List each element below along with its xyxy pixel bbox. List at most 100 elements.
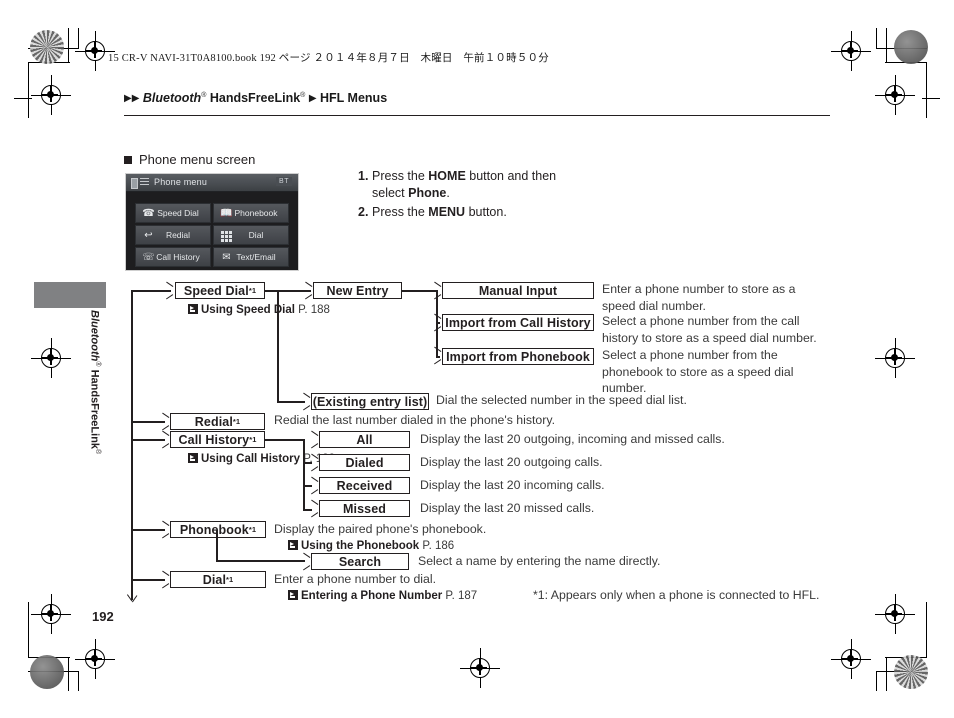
desc-manual-input: Enter a phone number to store as a speed… [602, 282, 796, 313]
bluetooth-signal-icon: BT [276, 177, 292, 186]
flow-arrow-icon [433, 351, 440, 360]
registration-mark [31, 594, 71, 634]
device-button-dial[interactable]: Dial [213, 225, 289, 245]
page-title: Phone menu screen [124, 152, 255, 167]
flow-spine-arrow-icon [128, 597, 137, 604]
node-import-from-call-history[interactable]: Import from Call History [442, 314, 594, 331]
page-title-text: Phone menu screen [139, 152, 256, 167]
device-button-redial[interactable]: ↩ Redial [135, 225, 211, 245]
node-label: Received [336, 478, 393, 493]
flow-arrow-icon [433, 318, 440, 327]
chapter-label-handsfreelink: HandsFreeLink [88, 369, 101, 450]
ref-label: Using the Phonebook [301, 540, 420, 552]
ref-page: P. 186 [422, 540, 455, 552]
flow-arrow-icon [161, 435, 168, 444]
crop-line [78, 671, 79, 691]
node-search[interactable]: Search [311, 553, 409, 570]
breadcrumb-arrow-icon: ▶ [308, 93, 317, 104]
node-call-history[interactable]: Call History *1 [170, 431, 265, 448]
desc-dial: Enter a phone number to dial. [274, 572, 437, 586]
registered-mark: ® [94, 361, 101, 367]
registration-mark [75, 639, 115, 679]
node-redial[interactable]: Redial *1 [170, 413, 265, 430]
breadcrumb: ▶▶ Bluetooth® HandsFreeLink® ▶ HFL Menus [124, 91, 387, 105]
node-new-entry[interactable]: New Entry [313, 282, 402, 299]
node-dial[interactable]: Dial *1 [170, 571, 266, 588]
device-button-phonebook[interactable]: 📖 Phonebook [213, 203, 289, 223]
device-button-speed-dial[interactable]: ☎ Speed Dial [135, 203, 211, 223]
crop-line [876, 671, 877, 691]
battery-icon [131, 178, 138, 189]
ref-using-the-phonebook[interactable]: Using the Phonebook P. 186 [288, 539, 454, 554]
registration-mark [875, 338, 915, 378]
footnote-marker: *1 [232, 417, 241, 426]
footnote-marker: *1 [248, 525, 257, 534]
flow-spine [131, 290, 133, 600]
color-registration-blob [894, 655, 928, 689]
step-text-line2-post: . [446, 186, 450, 200]
see-reference-icon [288, 590, 298, 600]
registered-mark: ® [94, 449, 101, 455]
desc-dialed: Display the last 20 outgoing calls. [420, 455, 603, 469]
device-button-call-history[interactable]: ☏ Call History [135, 247, 211, 267]
ref-page: P. 188 [298, 304, 330, 316]
flow-arrow-icon [433, 286, 440, 295]
flow-connector [131, 421, 165, 423]
node-dialed[interactable]: Dialed [319, 454, 410, 471]
menu-list-icon [140, 178, 149, 187]
node-import-from-phonebook[interactable]: Import from Phonebook [442, 348, 594, 365]
node-existing-entry-list[interactable]: (Existing entry list) [311, 393, 429, 410]
node-label: Call History [178, 432, 250, 447]
breadcrumb-item-bluetooth: Bluetooth [142, 91, 202, 105]
flow-arrow-icon [310, 435, 317, 444]
ref-entering-a-phone-number[interactable]: Entering a Phone Number P. 187 [288, 589, 477, 604]
step-text: Press the HOME button and then select Pho… [358, 168, 608, 202]
color-registration-blob [30, 655, 64, 689]
flow-arrow-icon [310, 504, 317, 513]
device-button-text-email[interactable]: ✉ Text/Email [213, 247, 289, 267]
color-registration-blob [30, 30, 64, 64]
node-label: Import from Call History [445, 315, 591, 330]
node-label: Manual Input [478, 283, 558, 298]
node-speed-dial[interactable]: Speed Dial *1 [175, 282, 265, 299]
desc-phonebook: Display the paired phone's phonebook. [274, 522, 487, 536]
node-all[interactable]: All [319, 431, 410, 448]
step-bold-menu: MENU [428, 205, 466, 219]
step-2: 2. Press the MENU button. [358, 204, 608, 221]
node-received[interactable]: Received [319, 477, 410, 494]
step-text-mid: button. [465, 205, 507, 219]
flow-arrow-icon [304, 286, 311, 295]
chapter-tab-label: Bluetooth® HandsFreeLink® [88, 310, 101, 454]
manual-page: 15 CR-V NAVI-31T0A8100.book 192 ページ ２０１４… [0, 0, 954, 718]
flow-arrow-icon [310, 458, 317, 467]
node-label: Phonebook [179, 522, 249, 537]
crop-line [28, 62, 29, 118]
node-label: Dial [202, 572, 227, 587]
step-1: 1. Press the HOME button and then select … [358, 168, 608, 202]
registration-mark [31, 75, 71, 115]
node-phonebook[interactable]: Phonebook *1 [170, 521, 266, 538]
device-title-text: Phone menu [154, 177, 208, 187]
flow-connector [131, 439, 165, 441]
node-missed[interactable]: Missed [319, 500, 410, 517]
crop-line [886, 28, 887, 62]
registration-mark [460, 648, 500, 688]
registered-mark: ® [300, 91, 306, 99]
node-label: New Entry [326, 283, 389, 298]
ref-page: P. 187 [445, 590, 478, 602]
flow-connector [277, 290, 279, 402]
ref-using-call-history[interactable]: Using Call History P. 188 [188, 452, 335, 467]
node-manual-input[interactable]: Manual Input [442, 282, 594, 299]
crop-line [876, 28, 877, 48]
node-label: Speed Dial [183, 283, 249, 298]
color-registration-blob [894, 30, 928, 64]
registration-mark [831, 639, 871, 679]
flow-arrow-icon [161, 525, 168, 534]
phone-menu-screenshot: Phone menu BT ☎ Speed Dial 📖 Phonebook ↩… [125, 173, 299, 271]
ref-using-speed-dial[interactable]: Using Speed Dial P. 188 [188, 303, 330, 318]
node-label: (Existing entry list) [312, 394, 428, 409]
step-number: 2. [358, 205, 369, 219]
registration-mark [31, 338, 71, 378]
desc-all: Display the last 20 outgoing, incoming a… [420, 432, 725, 446]
flow-connector [265, 439, 305, 441]
